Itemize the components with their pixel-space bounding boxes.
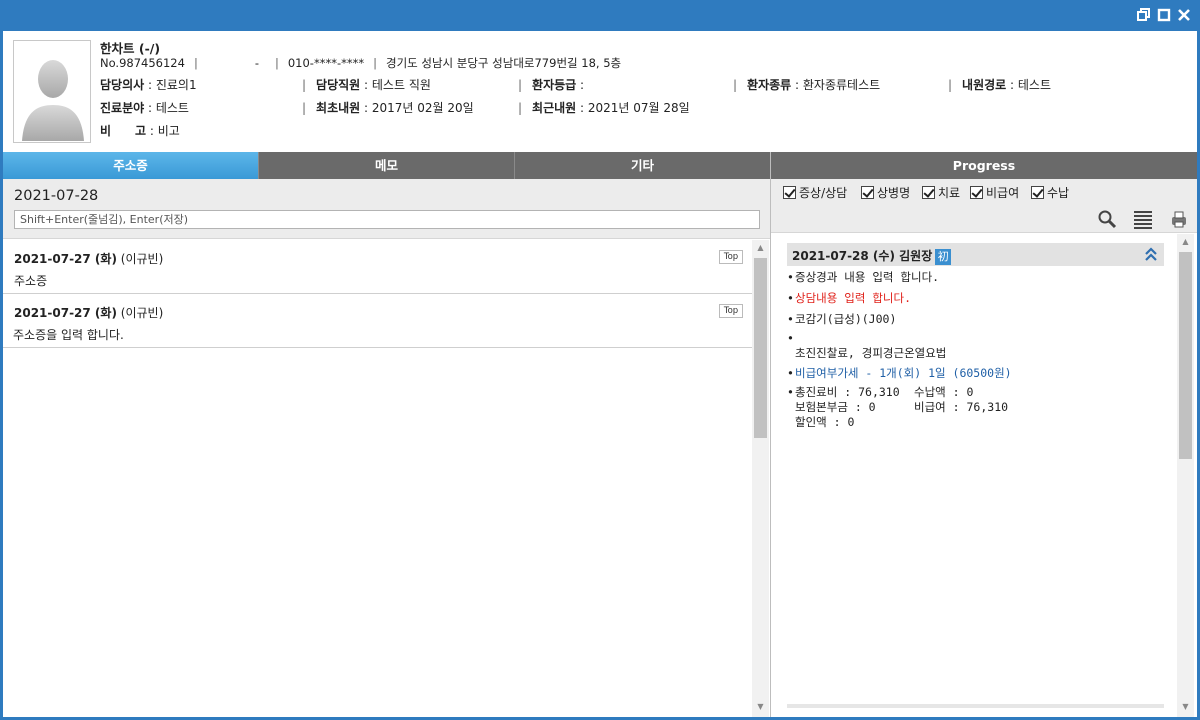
scroll-up-icon[interactable]: ▲ [752, 240, 769, 256]
left-scrollbar[interactable]: ▲ ▼ [752, 240, 769, 717]
filter-diagnosis-checkbox[interactable]: 상병명 [861, 184, 910, 200]
patient-info-row-1: 담당의사 : 진료의1 | 담당직원 : 테스트 직원 | 환자등급 : | 환자종류… [100, 78, 1052, 92]
record-date-doctor: 2021-07-28 (수) 김원장 [792, 249, 933, 263]
filter-treatment-checkbox[interactable]: 치료 [922, 184, 960, 200]
current-date: 2021-07-28 [14, 188, 99, 204]
checkbox-checked-icon [922, 186, 935, 199]
progress-item-billing: •총진료비 : 76,310 [787, 385, 900, 399]
progress-filters: 증상/상담 상병명 치료 비급여 수납 [771, 179, 1197, 205]
scroll-down-icon[interactable]: ▼ [1177, 699, 1194, 715]
progress-content: 2021-07-28 (수) 김원장 初 •증상경과 내용 입력 합니다. •상담… [771, 234, 1176, 717]
patient-address: 경기도 성남시 분당구 성남대로779번길 18, 5층 [385, 56, 622, 70]
patient-info-row-2: 진료분야 : 테스트 | 최초내원 : 2017년 02월 20일 | 최근내원 :… [100, 101, 690, 115]
progress-item-symptom: •증상경과 내용 입력 합니다. [787, 270, 940, 284]
search-icon[interactable] [1097, 209, 1117, 229]
patient-phone: 010-****-**** [287, 56, 365, 70]
progress-item-diagnosis: •코감기(급성)(J00) [787, 312, 897, 326]
doctor-label: 담당의사 [100, 78, 145, 92]
title-bar[interactable] [0, 0, 1200, 31]
tab-etc[interactable]: 기타 [515, 152, 770, 179]
scroll-up-icon[interactable]: ▲ [1177, 234, 1194, 250]
patient-photo [13, 40, 91, 143]
scroll-thumb[interactable] [754, 258, 767, 438]
entry-text: 주소증 [14, 274, 48, 288]
progress-header: Progress [771, 152, 1197, 179]
checkbox-checked-icon [1031, 186, 1044, 199]
progress-toolbar [771, 205, 1197, 233]
entry-author: (이규빈) [120, 306, 164, 320]
filter-payment-checkbox[interactable]: 수납 [1031, 184, 1069, 200]
patient-info-row-3: 비 고 : 비고 [100, 124, 180, 138]
tab-chief-complaint[interactable]: 주소증 [3, 152, 259, 179]
recent-visit-label: 최근내원 [532, 101, 577, 115]
progress-item-treatment: 초진진찰료, 경피경근온열요법 [795, 346, 947, 360]
checkbox-checked-icon [783, 186, 796, 199]
avatar-silhouette-icon [22, 60, 84, 141]
field-value: 테스트 [155, 101, 189, 115]
close-icon[interactable] [1177, 8, 1191, 22]
type-label: 환자종류 [747, 78, 792, 92]
tab-bar: 주소증 메모 기타 [3, 152, 770, 179]
restore-icon[interactable] [1137, 8, 1151, 22]
patient-number: No.987456124 [100, 56, 185, 70]
list-item[interactable]: 2021-07-27 (화) (이규빈) 주소증 Top [3, 240, 753, 294]
print-icon[interactable] [1169, 209, 1189, 229]
content-end-bar [787, 704, 1164, 708]
route-value: 테스트 [1017, 78, 1052, 92]
complaint-list: 2021-07-27 (화) (이규빈) 주소증 Top 2021-07-27 … [3, 240, 753, 705]
entry-date: 2021-07-27 (화) [14, 252, 117, 266]
first-visit-label: 최초내원 [316, 101, 361, 115]
scroll-thumb[interactable] [1179, 252, 1192, 459]
field-label: 진료분야 [100, 101, 145, 115]
entry-date: 2021-07-27 (화) [14, 306, 117, 320]
recent-visit-value: 2021년 07월 28일 [587, 101, 690, 115]
patient-id-masked: - [254, 56, 259, 70]
list-view-icon[interactable] [1133, 209, 1153, 229]
top-button[interactable]: Top [719, 304, 743, 318]
progress-item-noncovered: •비급여부가세 - 1개(회) 1일 (60500원) [787, 366, 1012, 380]
first-visit-badge: 初 [935, 249, 952, 265]
complaint-input-area: 2021-07-28 [3, 179, 770, 239]
list-item[interactable]: 2021-07-27 (화) (이규빈) 주소증을 입력 합니다. Top [3, 294, 753, 348]
complaint-input[interactable] [14, 210, 760, 229]
doctor-value: 진료의1 [155, 78, 197, 92]
route-label: 내원경로 [962, 78, 1007, 92]
discount-amount: 할인액 : 0 [795, 415, 855, 429]
filter-symptom-checkbox[interactable]: 증상/상담 [783, 184, 847, 200]
total-fee: 총진료비 : 76,310 [795, 385, 900, 399]
right-scrollbar[interactable]: ▲ ▼ [1177, 234, 1194, 717]
progress-item-treatment-bullet: • [787, 331, 794, 345]
note-value: 비고 [157, 124, 180, 138]
top-button[interactable]: Top [719, 250, 743, 264]
first-visit-value: 2017년 02월 20일 [371, 101, 474, 115]
noncovered-amount: 비급여 : 76,310 [914, 400, 1009, 414]
grade-label: 환자등급 [532, 78, 577, 92]
collapse-chevron-icon[interactable] [1144, 246, 1158, 262]
tab-memo[interactable]: 메모 [259, 152, 515, 179]
type-value: 환자종류테스트 [802, 78, 881, 92]
entry-author: (이규빈) [120, 252, 164, 266]
maximize-icon[interactable] [1157, 8, 1171, 22]
staff-value: 테스트 직원 [371, 78, 431, 92]
scroll-down-icon[interactable]: ▼ [752, 699, 769, 715]
note-label: 비 고 [100, 124, 147, 138]
staff-label: 담당직원 [316, 78, 361, 92]
entry-text: 주소증을 입력 합니다. [13, 328, 124, 342]
patient-contact-line: No.987456124 | - | 010-****-**** | 경기도 성남시 분당구… [100, 56, 622, 70]
paid-amount: 수납액 : 0 [914, 385, 974, 399]
checkbox-checked-icon [970, 186, 983, 199]
progress-item-consult: •상담내용 입력 합니다. [787, 291, 911, 305]
filter-noncovered-checkbox[interactable]: 비급여 [970, 184, 1019, 200]
record-header[interactable]: 2021-07-28 (수) 김원장 初 [787, 243, 1164, 266]
insurance-copay: 보험본부금 : 0 [795, 400, 876, 414]
checkbox-checked-icon [861, 186, 874, 199]
